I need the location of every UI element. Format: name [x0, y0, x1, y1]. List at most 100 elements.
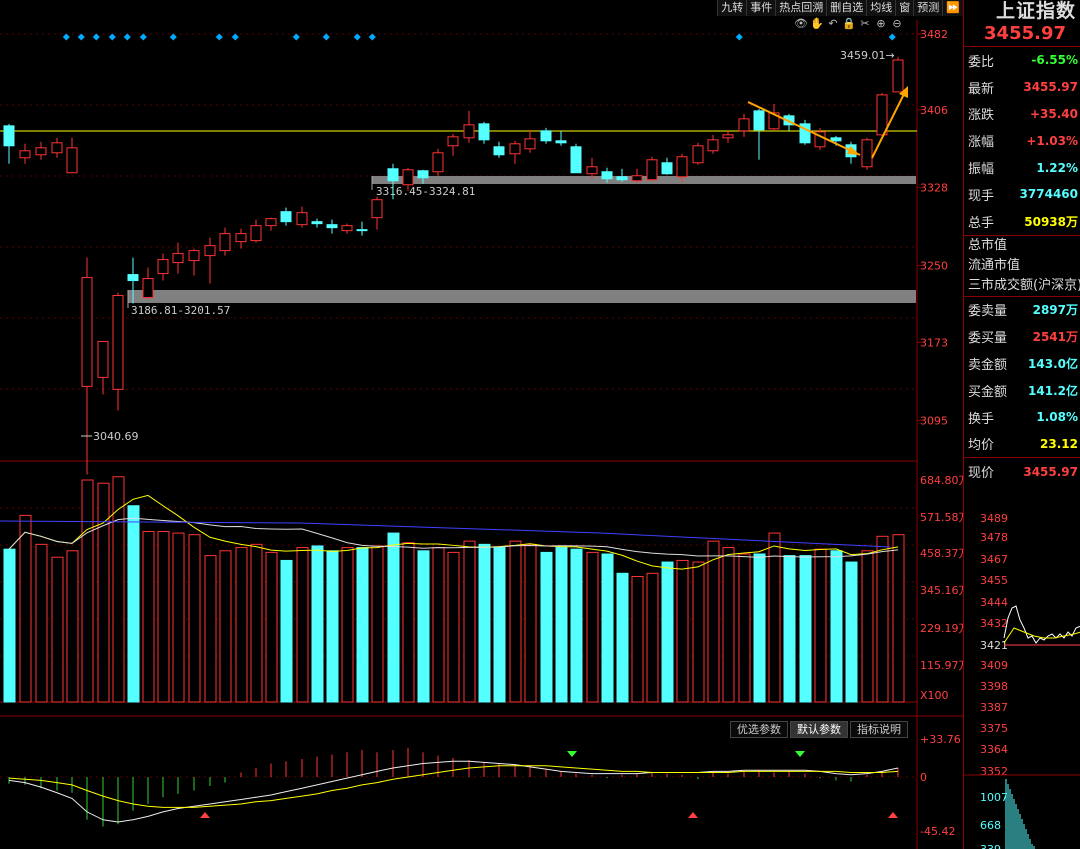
volume-bar [311, 545, 324, 703]
volume-bar [493, 547, 506, 703]
stat-value: +1.03% [1026, 133, 1078, 148]
stat-label: 总手 [968, 215, 995, 231]
volume-bar [814, 548, 827, 703]
param-tab-1[interactable]: 默认参数 [790, 721, 848, 738]
candle-body [555, 140, 567, 144]
volume-axis-label: 458.37万 [920, 547, 963, 560]
volume-axis-label: X100 [920, 689, 949, 702]
candle-body [371, 199, 383, 219]
candle-body [97, 340, 109, 378]
candle-body [142, 278, 154, 299]
signal-marker [231, 33, 239, 41]
lock-icon[interactable]: 🔒 [842, 17, 856, 31]
volume-axis-label: 684.80万 [920, 474, 963, 487]
stat-row-2: 涨跌 +35.40 [964, 101, 1080, 128]
volume-bar [172, 532, 185, 703]
market-value-block: 总市值 流通市值 三市成交额(沪深京) [964, 234, 1080, 296]
param-tab-0[interactable]: 优选参数 [730, 721, 788, 738]
volume-bar [3, 548, 16, 703]
toolbar-button-2[interactable]: 热点回溯 [775, 0, 826, 16]
toolbar-button-4[interactable]: 均线 [866, 0, 895, 16]
stat-row-0: 委比 -6.55% [964, 47, 1080, 74]
eye-icon[interactable]: 👁 [794, 17, 808, 31]
volume-bar [326, 550, 339, 703]
stat-label: 最新 [968, 81, 995, 97]
intraday-mini-chart[interactable]: 3489 3478 3467 3455 3444 3432 3421 3409 3398 3387… [964, 488, 1080, 849]
volume-axis-label: 115.97万 [920, 659, 963, 672]
mini-axis-label: 3489 [980, 512, 1008, 525]
toolbar-button-3[interactable]: 删自选 [826, 0, 866, 16]
candle-body [570, 146, 582, 174]
candle-body [265, 218, 277, 227]
stat-row-3: 买金额 141.2亿 [964, 377, 1080, 404]
sell-signal-arrow [795, 751, 805, 757]
market-text-2: 三市成交额(沪深京) [968, 277, 1080, 293]
volume-bar [555, 547, 568, 703]
candle-body [432, 152, 444, 173]
candle-body [219, 233, 231, 252]
volume-bar [447, 551, 460, 703]
index-title: 上证指数 [995, 0, 1076, 22]
market-text-0: 总市值 [968, 237, 1008, 253]
volume-bar [265, 551, 278, 703]
volume-bar [768, 532, 781, 703]
stat-value: 143.0亿 [1028, 357, 1078, 372]
chart-tool-icons: 👁 ✋ ↶ 🔒 ✂ ⊕ ⊖ [794, 17, 904, 31]
volume-bar [81, 479, 94, 703]
volume-bar [616, 572, 629, 703]
candle-body [707, 139, 719, 152]
volume-bar [892, 534, 905, 703]
stat-value: 3774460 [1019, 187, 1078, 202]
candle-body [66, 147, 78, 174]
quote-stats: 委比 -6.55% 最新 3455.97 涨跌 +35.40 涨幅 +1.03% 振幅 1.22%… [964, 47, 1080, 235]
mini-axis-label: 3467 [980, 553, 1008, 566]
zoom-out-icon[interactable]: ⊖ [890, 17, 904, 31]
signal-marker [62, 33, 70, 41]
candle-body [616, 176, 628, 181]
toolbar-button-0[interactable]: 九转 [717, 0, 746, 16]
volume-bar [478, 543, 491, 703]
hand-icon[interactable]: ✋ [810, 17, 824, 31]
stat-row-1: 最新 3455.97 [964, 74, 1080, 101]
toolbar-button-7[interactable]: ⏩ [942, 0, 963, 16]
volume-bar [586, 551, 599, 703]
volume-bar [157, 530, 170, 703]
volume-bar [861, 550, 874, 703]
signal-marker [735, 33, 743, 41]
candle-body [661, 162, 673, 175]
volume-bar [371, 545, 384, 703]
volume-bar [783, 555, 796, 703]
candle-body [493, 146, 505, 156]
candle-body [51, 142, 63, 154]
toolbar-button-1[interactable]: 事件 [746, 0, 775, 16]
volume-bar [540, 551, 553, 703]
kline-panel[interactable]: 3482 3406 3328 3250 3173 3095 3316.45-3324.81 3… [0, 0, 963, 849]
low-label: 3040.69 [93, 430, 139, 443]
candle-body [157, 259, 169, 275]
param-tab-2[interactable]: 指标说明 [850, 721, 908, 738]
mini-axis-label: 3375 [980, 722, 1008, 735]
scissors-icon[interactable]: ✂ [858, 17, 872, 31]
stat-row-0: 委卖量 2897万 [964, 297, 1080, 324]
volume-bar [432, 547, 445, 703]
stat-label: 卖金额 [968, 358, 1008, 374]
candle-body [204, 245, 216, 257]
volume-bar [646, 572, 659, 703]
zoom-in-icon[interactable]: ⊕ [874, 17, 888, 31]
mini-axis-label: 668 [980, 819, 1001, 832]
mini-avg-line [1003, 627, 1080, 644]
mini-axis-label: 3352 [980, 765, 1008, 778]
price-axis-label: 3406 [920, 104, 948, 117]
quote-sidebar: 上证指数 3455.97 委比 -6.55% 最新 3455.97 涨跌 +35.40 涨幅… [963, 0, 1080, 849]
price-axis-label: 3173 [920, 336, 948, 349]
toolbar-button-6[interactable]: 预测 [913, 0, 942, 16]
volume-axis-label: 571.58万 [920, 511, 963, 524]
undo-icon[interactable]: ↶ [826, 17, 840, 31]
toolbar-button-5[interactable]: 窗 [895, 0, 913, 16]
stat-row-5: 现手 3774460 [964, 181, 1080, 208]
volume-bar [509, 540, 522, 703]
volume-bar [570, 548, 583, 703]
high-label: 3459.01→ [840, 49, 895, 62]
gap-band-upper [372, 176, 916, 184]
mini-axis-label: 3455 [980, 574, 1008, 587]
